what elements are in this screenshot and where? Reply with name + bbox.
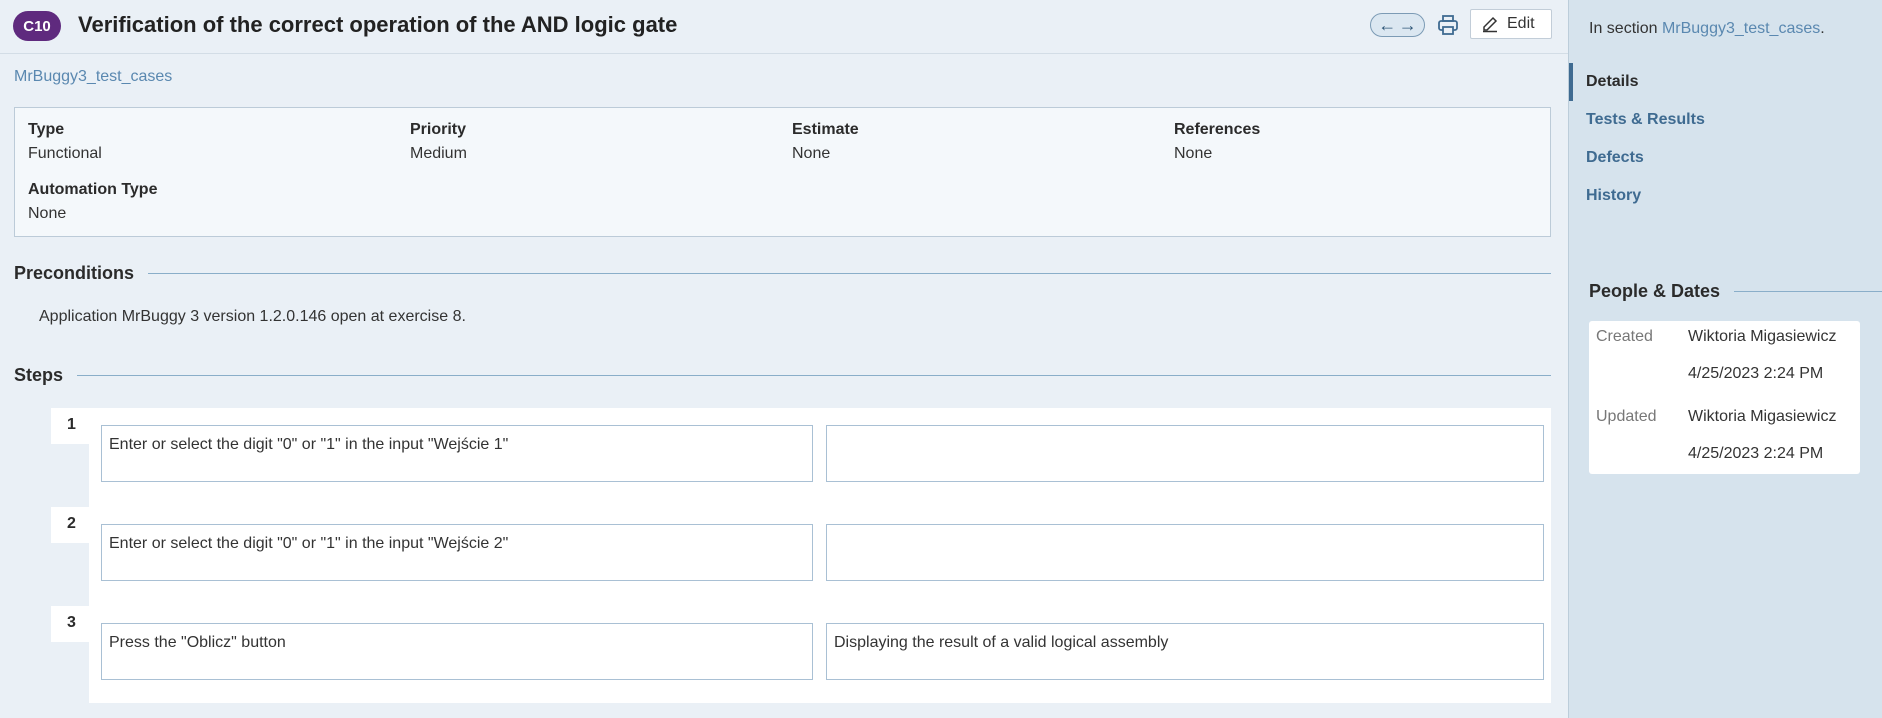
in-section-suffix: . (1820, 20, 1825, 37)
people-dates-panel: Created Wiktoria Migasiewicz 4/25/2023 2… (1589, 321, 1860, 474)
steps-title: Steps (14, 365, 64, 385)
property-estimate: Estimate None (792, 121, 859, 163)
sidebar: In section MrBuggy3_test_cases. Details … (1568, 0, 1882, 718)
step-content-field[interactable]: Press the "Oblicz" button (101, 623, 813, 680)
arrow-left-icon[interactable]: ← (1378, 16, 1396, 34)
step-number: 1 (51, 408, 89, 444)
edit-button-label: Edit (1507, 15, 1535, 32)
property-type: Type Functional (28, 121, 102, 163)
preconditions-title: Preconditions (14, 263, 135, 283)
updated-label: Updated (1596, 408, 1657, 425)
sidebar-item-history[interactable]: History (1569, 177, 1882, 215)
sidebar-item-tests-results[interactable]: Tests & Results (1569, 101, 1882, 139)
updated-date: 4/25/2023 2:24 PM (1688, 445, 1824, 462)
people-dates-heading: People & Dates (1589, 281, 1882, 302)
in-section-prefix: In section (1589, 20, 1662, 37)
page-header: C10 Verification of the correct operatio… (0, 0, 1568, 54)
main-content: C10 Verification of the correct operatio… (0, 0, 1568, 718)
property-value: None (28, 205, 67, 222)
property-value: None (792, 145, 831, 162)
step-expected-field[interactable]: Displaying the result of a valid logical… (826, 623, 1544, 680)
divider (77, 375, 1551, 376)
divider (1734, 291, 1882, 292)
steps-heading: Steps (14, 365, 1551, 386)
people-dates-title: People & Dates (1589, 281, 1721, 301)
sidebar-item-details[interactable]: Details (1569, 63, 1882, 101)
step-content-field[interactable]: Enter or select the digit "0" or "1" in … (101, 524, 813, 581)
prev-next-nav: ← → (1370, 13, 1425, 37)
property-label: References (1174, 121, 1261, 138)
section-breadcrumb-link[interactable]: MrBuggy3_test_cases (14, 68, 172, 86)
case-id-badge: C10 (13, 11, 61, 41)
sidebar-nav: Details Tests & Results Defects History (1569, 63, 1882, 215)
created-by: Wiktoria Migasiewicz (1688, 328, 1837, 345)
property-automation-type: Automation Type None (28, 181, 157, 223)
property-label: Type (28, 121, 65, 138)
preconditions-heading: Preconditions (14, 263, 1551, 284)
page-title: Verification of the correct operation of… (78, 12, 678, 37)
properties-panel: Type Functional Priority Medium Estimate… (14, 107, 1551, 237)
print-button[interactable] (1435, 12, 1461, 38)
pencil-icon (1483, 16, 1498, 33)
in-section-link[interactable]: MrBuggy3_test_cases (1662, 20, 1820, 37)
printer-icon (1438, 15, 1458, 35)
property-references: References None (1174, 121, 1260, 163)
divider (148, 273, 1551, 274)
preconditions-text: Application MrBuggy 3 version 1.2.0.146 … (39, 308, 466, 325)
created-label: Created (1596, 328, 1653, 345)
property-label: Estimate (792, 121, 859, 138)
arrow-right-icon[interactable]: → (1399, 16, 1417, 34)
property-value: None (1174, 145, 1213, 162)
created-date: 4/25/2023 2:24 PM (1688, 365, 1824, 382)
step-content-field[interactable]: Enter or select the digit "0" or "1" in … (101, 425, 813, 482)
property-priority: Priority Medium (410, 121, 467, 163)
property-label: Priority (410, 121, 467, 138)
in-section-text: In section MrBuggy3_test_cases. (1589, 20, 1825, 38)
step-expected-field[interactable] (826, 425, 1544, 482)
step-number: 3 (51, 606, 89, 642)
sidebar-item-defects[interactable]: Defects (1569, 139, 1882, 177)
edit-button[interactable]: Edit (1470, 9, 1552, 39)
step-expected-field[interactable] (826, 524, 1544, 581)
step-number: 2 (51, 507, 89, 543)
property-value: Functional (28, 145, 102, 162)
updated-by: Wiktoria Migasiewicz (1688, 408, 1837, 425)
property-value: Medium (410, 145, 467, 162)
property-label: Automation Type (28, 181, 158, 198)
